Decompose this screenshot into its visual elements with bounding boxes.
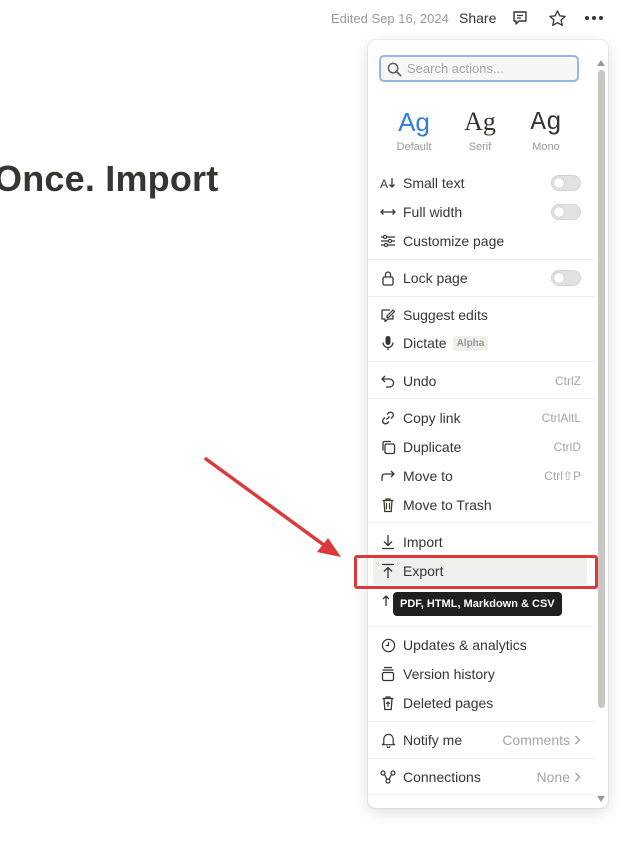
- annotation-highlight-box: [354, 555, 598, 589]
- annotation-arrow: [204, 457, 341, 557]
- export-tooltip: PDF, HTML, Markdown & CSV: [393, 592, 562, 616]
